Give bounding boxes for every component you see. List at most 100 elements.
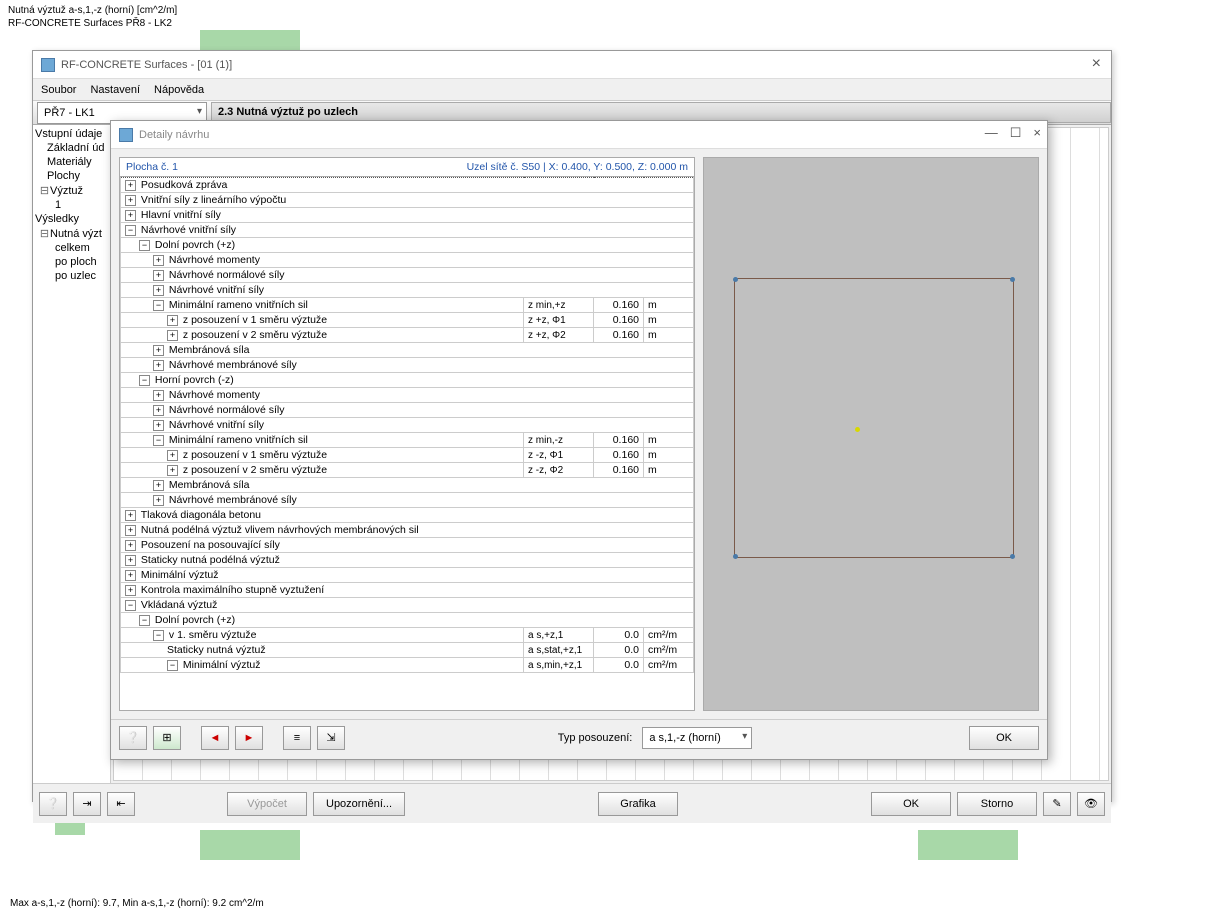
tree-row-label[interactable]: + Membránová síla [121,343,694,358]
expand-icon[interactable]: + [153,480,164,491]
expand-icon[interactable]: + [153,495,164,506]
tree-basic: Základní úd [33,141,110,155]
help-icon[interactable]: ❔ [39,792,67,816]
unit-cell: m [644,313,694,328]
expand-icon[interactable]: + [153,270,164,281]
expand-icon[interactable]: + [153,420,164,431]
expand-icon[interactable]: + [125,540,136,551]
tree-row-label[interactable]: + z posouzení v 2 směru výztuže [121,463,524,478]
expand-icon[interactable]: + [153,255,164,266]
tree-row-label[interactable]: + Návrhové momenty [121,253,694,268]
tree-row-label[interactable]: − Horní povrch (-z) [121,373,694,388]
expand-icon[interactable]: + [153,405,164,416]
close-icon[interactable]: × [1033,125,1041,141]
cancel-button[interactable]: Storno [957,792,1037,816]
tree-row-label[interactable]: + Posouzení na posouvající síly [121,538,694,553]
node-point [1010,277,1015,282]
expand-icon[interactable]: + [167,315,178,326]
symbol-cell: z -z, Φ2 [524,463,594,478]
detail-tree[interactable]: + Posudková zpráva+ Vnitřní síly z lineá… [120,177,694,710]
tree-row-label[interactable]: + Posudková zpráva [121,178,694,193]
tree-row-label[interactable]: + Staticky nutná podélná výztuž [121,553,694,568]
expand-icon[interactable]: + [167,450,178,461]
tree-row-label[interactable]: − Minimální rameno vnitřních sil [121,433,524,448]
tree-row-label[interactable]: + Návrhové membránové síly [121,493,694,508]
tree-row-label[interactable]: + Návrhové vnitřní síly [121,283,694,298]
menu-settings[interactable]: Nastavení [90,84,140,96]
navigator-tree[interactable]: Vstupní údaje Základní úd Materiály Ploc… [33,125,111,783]
ok-button[interactable]: OK [871,792,951,816]
tree-materials: Materiály [33,155,110,169]
expand-icon[interactable]: + [125,585,136,596]
tree-row-label[interactable]: − v 1. směru výztuže [121,628,524,643]
tree-row-label[interactable]: − Minimální výztuž [121,658,524,673]
expand-icon[interactable]: + [125,525,136,536]
menu-help[interactable]: Nápověda [154,84,204,96]
list-icon[interactable]: ≡ [283,726,311,750]
expand-icon[interactable]: + [125,195,136,206]
tree-row-label[interactable]: + Návrhové normálové síly [121,268,694,283]
menu-file[interactable]: Soubor [41,84,76,96]
expand-icon[interactable]: − [139,375,150,386]
tree-row-label[interactable]: + Hlavní vnitřní síly [121,208,694,223]
next-icon[interactable]: ► [235,726,263,750]
pick-icon[interactable]: ✎ [1043,792,1071,816]
tree-row-label[interactable]: + Návrhové momenty [121,388,694,403]
tree-surfaces: Plochy [33,169,110,183]
minimize-icon[interactable]: — [985,125,998,141]
graphics-button[interactable]: Grafika [598,792,678,816]
tree-row-label[interactable]: + Návrhové normálové síly [121,403,694,418]
expand-icon[interactable]: + [167,465,178,476]
import-icon[interactable]: ⇥ [73,792,101,816]
expand-icon[interactable]: + [125,210,136,221]
dialog-ok-button[interactable]: OK [969,726,1039,750]
close-icon[interactable]: × [1092,55,1101,73]
tree-row-label[interactable]: + Kontrola maximálního stupně vyztužení [121,583,694,598]
tree-row-label[interactable]: − Návrhové vnitřní síly [121,223,694,238]
expand-icon[interactable]: + [153,360,164,371]
node-point [1010,554,1015,559]
tree-row-label[interactable]: − Minimální rameno vnitřních sil [121,298,524,313]
help-icon[interactable]: ❔ [119,726,147,750]
expand-icon[interactable]: + [153,285,164,296]
expand-icon[interactable]: + [153,345,164,356]
expand-icon[interactable]: − [167,660,178,671]
tree-row-label[interactable]: − Dolní povrch (+z) [121,238,694,253]
tree-icon[interactable]: ⇲ [317,726,345,750]
tree-row-label[interactable]: + Návrhové vnitřní síly [121,418,694,433]
warnings-button[interactable]: Upozornění... [313,792,405,816]
excel-icon[interactable]: ⊞ [153,726,181,750]
tree-row-label[interactable]: Staticky nutná výztuž [121,643,524,658]
tree-row-label[interactable]: − Vkládaná výztuž [121,598,694,613]
tree-row-label[interactable]: + Vnitřní síly z lineárního výpočtu [121,193,694,208]
expand-icon[interactable]: + [125,570,136,581]
tree-row-label[interactable]: + z posouzení v 1 směru výztuže [121,448,524,463]
check-type-combo[interactable]: a s,1,-z (horní) [642,727,752,749]
expand-icon[interactable]: − [125,225,136,236]
prev-icon[interactable]: ◄ [201,726,229,750]
expand-icon[interactable]: − [139,240,150,251]
preview-viewport [703,157,1039,711]
tree-row-label[interactable]: − Dolní povrch (+z) [121,613,694,628]
expand-icon[interactable]: + [125,510,136,521]
tree-row-label[interactable]: + Minimální výztuž [121,568,694,583]
tree-row-label[interactable]: + Membránová síla [121,478,694,493]
expand-icon[interactable]: + [153,390,164,401]
tree-row-label[interactable]: + Tlaková diagonála betonu [121,508,694,523]
expand-icon[interactable]: − [153,630,164,641]
maximize-icon[interactable]: ☐ [1010,125,1022,141]
expand-icon[interactable]: + [167,330,178,341]
export-icon[interactable]: ⇤ [107,792,135,816]
tree-row-label[interactable]: + Nutná podélná výztuž vlivem návrhových… [121,523,694,538]
expand-icon[interactable]: − [139,615,150,626]
expand-icon[interactable]: + [125,555,136,566]
expand-icon[interactable]: − [125,600,136,611]
tree-row-label[interactable]: + z posouzení v 1 směru výztuže [121,313,524,328]
tree-row-label[interactable]: + z posouzení v 2 směru výztuže [121,328,524,343]
eye-icon[interactable]: 👁 [1077,792,1105,816]
tree-row-label[interactable]: + Návrhové membránové síly [121,358,694,373]
expand-icon[interactable]: − [153,435,164,446]
expand-icon[interactable]: − [153,300,164,311]
calc-button[interactable]: Výpočet [227,792,307,816]
expand-icon[interactable]: + [125,180,136,191]
